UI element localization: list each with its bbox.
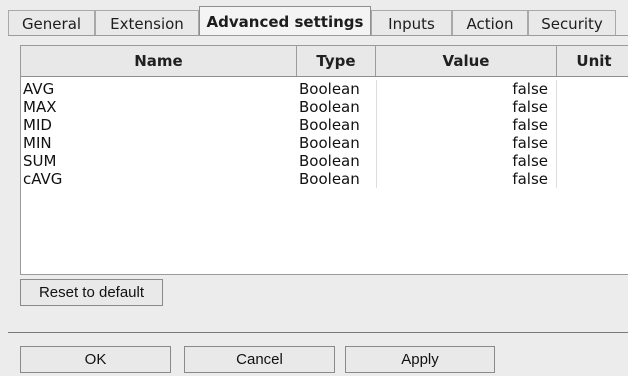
cell-name: MID: [23, 116, 52, 134]
column-header-unit[interactable]: Unit: [557, 46, 628, 76]
table-row[interactable]: MAX Boolean false: [21, 98, 628, 116]
cell-unit: [557, 170, 628, 188]
cell-value[interactable]: false: [376, 98, 557, 116]
cell-type: Boolean: [299, 98, 360, 116]
cancel-button[interactable]: Cancel: [184, 346, 335, 373]
column-header-name[interactable]: Name: [21, 46, 297, 76]
cell-unit: [557, 134, 628, 152]
cell-name: MAX: [23, 98, 57, 116]
parameters-table[interactable]: Name Type Value Unit AVG Boolean false M…: [20, 45, 628, 275]
cell-value[interactable]: false: [376, 152, 557, 170]
cell-name: AVG: [23, 80, 55, 98]
cell-type: Boolean: [299, 116, 360, 134]
tab-extension[interactable]: Extension: [95, 10, 199, 36]
table-row[interactable]: cAVG Boolean false: [21, 170, 628, 188]
cell-value[interactable]: false: [376, 80, 557, 98]
cell-unit: [557, 116, 628, 134]
column-header-type[interactable]: Type: [297, 46, 376, 76]
table-row[interactable]: MIN Boolean false: [21, 134, 628, 152]
ok-button[interactable]: OK: [20, 346, 171, 373]
cell-name: cAVG: [23, 170, 63, 188]
tab-general[interactable]: General: [8, 10, 95, 36]
cell-value[interactable]: false: [376, 116, 557, 134]
table-row[interactable]: AVG Boolean false: [21, 80, 628, 98]
reset-to-default-button[interactable]: Reset to default: [20, 279, 163, 306]
cell-unit: [557, 80, 628, 98]
cell-unit: [557, 98, 628, 116]
cell-name: SUM: [23, 152, 57, 170]
table-row[interactable]: MID Boolean false: [21, 116, 628, 134]
tab-advanced-settings[interactable]: Advanced settings: [199, 6, 371, 36]
cell-type: Boolean: [299, 134, 360, 152]
tab-inputs[interactable]: Inputs: [371, 10, 452, 36]
tab-strip: General Extension Advanced settings Inpu…: [8, 6, 620, 36]
table-row[interactable]: SUM Boolean false: [21, 152, 628, 170]
tab-action[interactable]: Action: [452, 10, 528, 36]
table-header: Name Type Value Unit: [21, 46, 628, 77]
cell-value[interactable]: false: [376, 170, 557, 188]
cell-value[interactable]: false: [376, 134, 557, 152]
cell-name: MIN: [23, 134, 52, 152]
column-header-value[interactable]: Value: [376, 46, 557, 76]
tab-security[interactable]: Security: [528, 10, 616, 36]
cell-type: Boolean: [299, 152, 360, 170]
cell-unit: [557, 152, 628, 170]
footer-divider: [8, 332, 628, 333]
apply-button[interactable]: Apply: [345, 346, 495, 373]
cell-type: Boolean: [299, 170, 360, 188]
cell-type: Boolean: [299, 80, 360, 98]
